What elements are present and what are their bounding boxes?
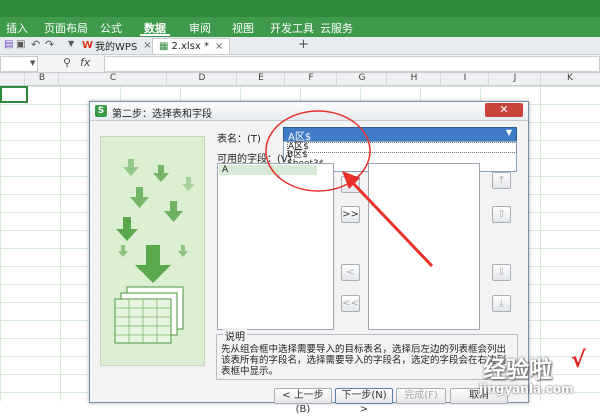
watermark-text: 经验啦	[483, 357, 552, 383]
annotation-arrow	[265, 110, 434, 268]
annotation-arrow-shaft	[348, 178, 434, 268]
watermark: 经验啦 √ jingyanla.com	[475, 348, 600, 401]
checkmark-icon: √	[571, 348, 586, 373]
watermark-url: jingyanla.com	[479, 382, 574, 396]
